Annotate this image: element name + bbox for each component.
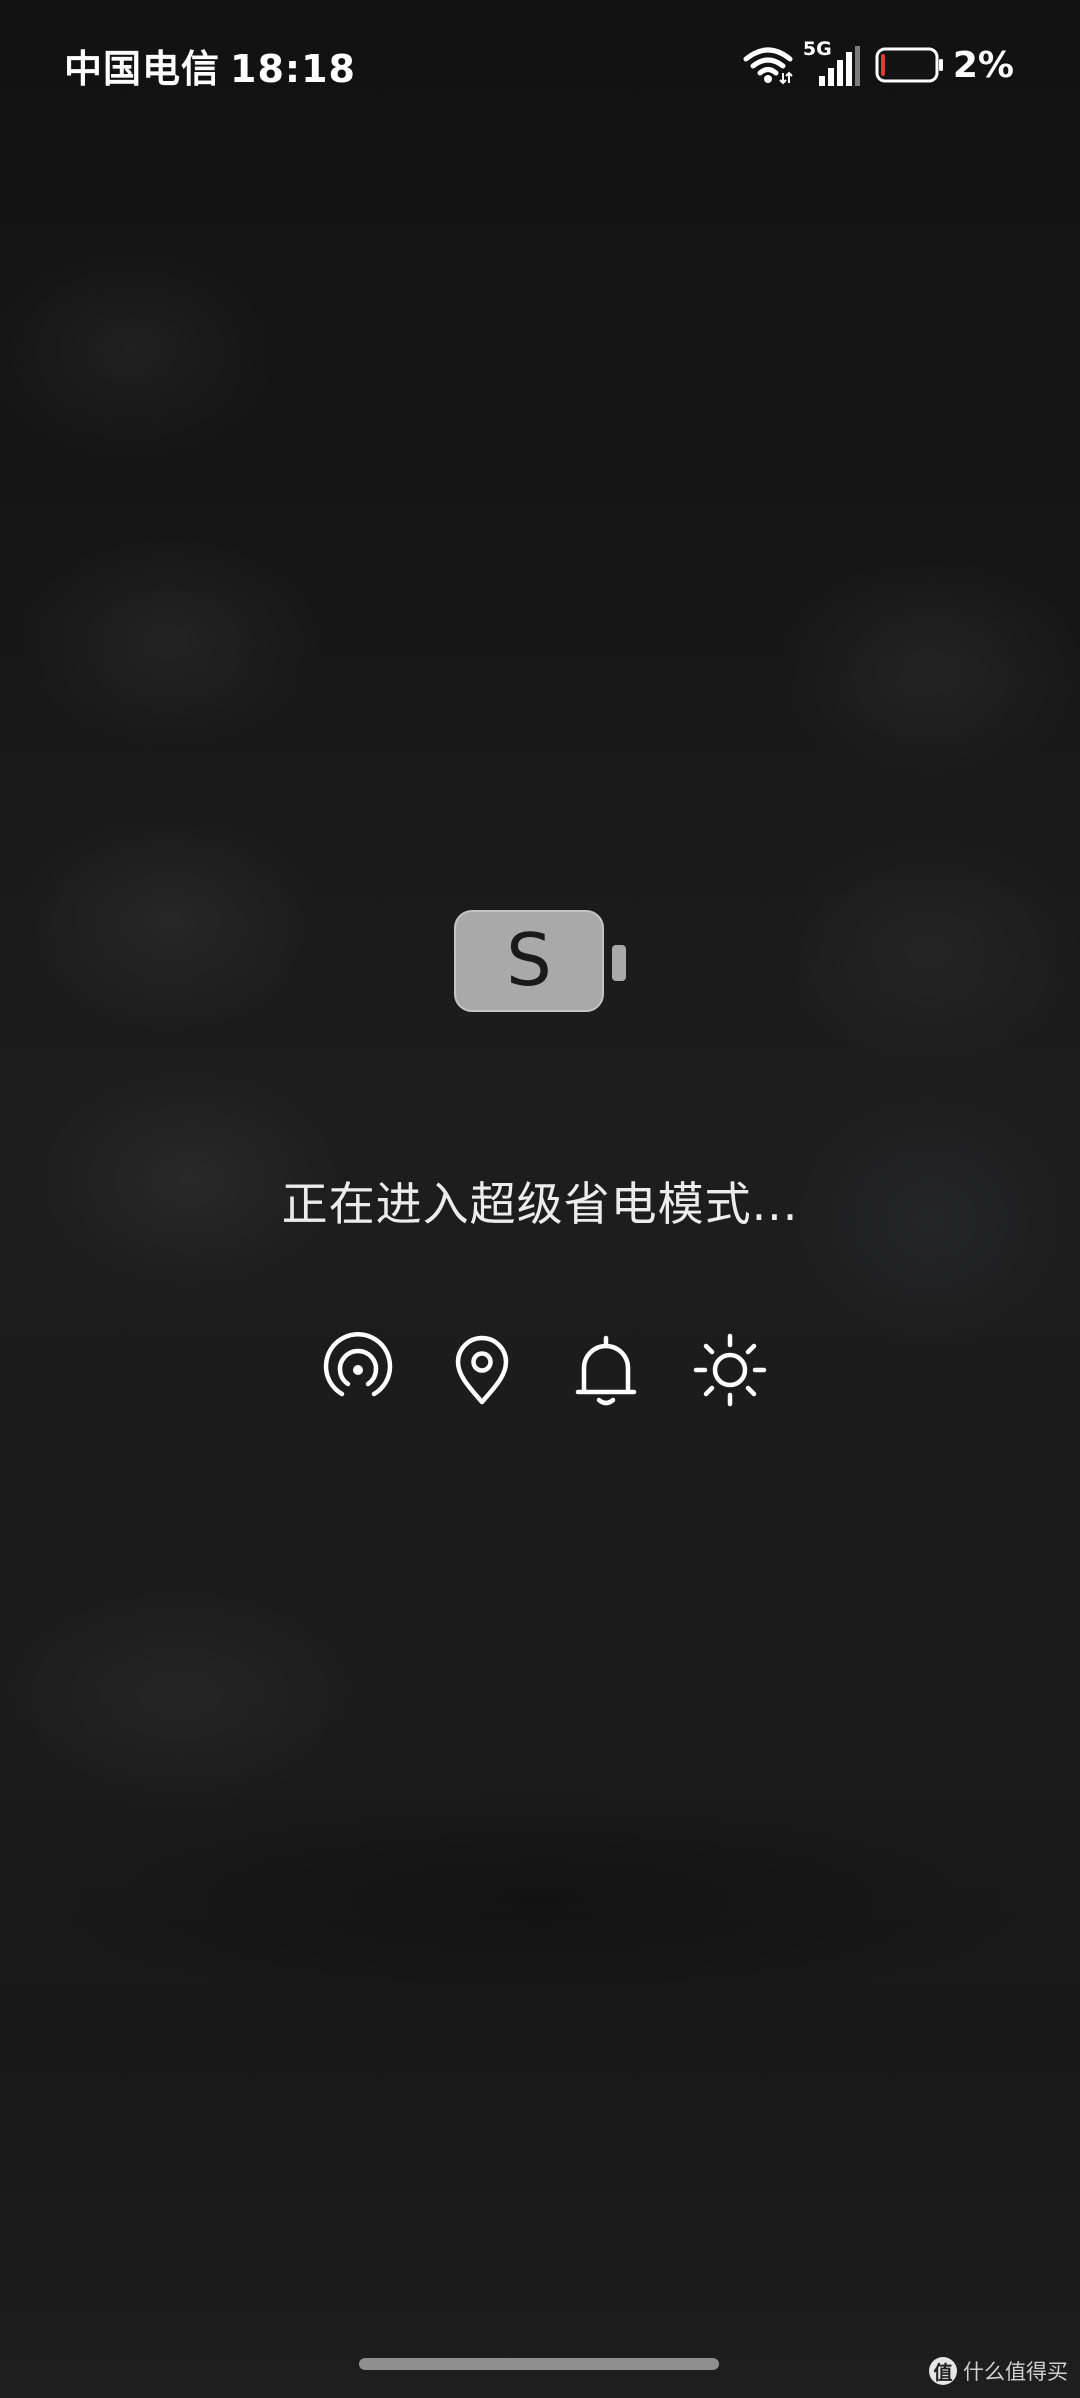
watermark-text: 什么值得买 [963, 2360, 1068, 2384]
entering-super-saver-message: 正在进入超级省电模式... [281, 1177, 799, 1231]
bell-icon [575, 1335, 637, 1406]
brightness-icon [693, 1333, 767, 1407]
clock: 18:18 [230, 47, 356, 91]
battery-icon [875, 47, 943, 83]
super-saver-battery-icon: S [454, 910, 630, 1016]
battery-nub [612, 945, 626, 981]
signal-icon [818, 46, 860, 86]
disabled-features-row [320, 1332, 767, 1408]
status-left: 中国电信 18:18 [64, 38, 366, 93]
hotspot-icon [323, 1332, 393, 1397]
status-bar: 中国电信 18:18 5G 2% [0, 0, 1080, 130]
carrier-name: 中国电信 [64, 47, 221, 91]
cellular-signal: 5G [803, 38, 861, 88]
battery-s-letter: S [506, 918, 552, 1002]
watermark-logo: 值 [929, 2357, 957, 2385]
home-gesture-bar[interactable] [359, 2358, 719, 2370]
battery-body: S [454, 910, 604, 1012]
location-icon [455, 1335, 509, 1405]
battery-percent: 2% [952, 44, 1014, 86]
wifi-icon [743, 47, 793, 85]
watermark: 值 什么值得买 [929, 2356, 1068, 2386]
status-right: 5G 2% [743, 38, 1014, 90]
